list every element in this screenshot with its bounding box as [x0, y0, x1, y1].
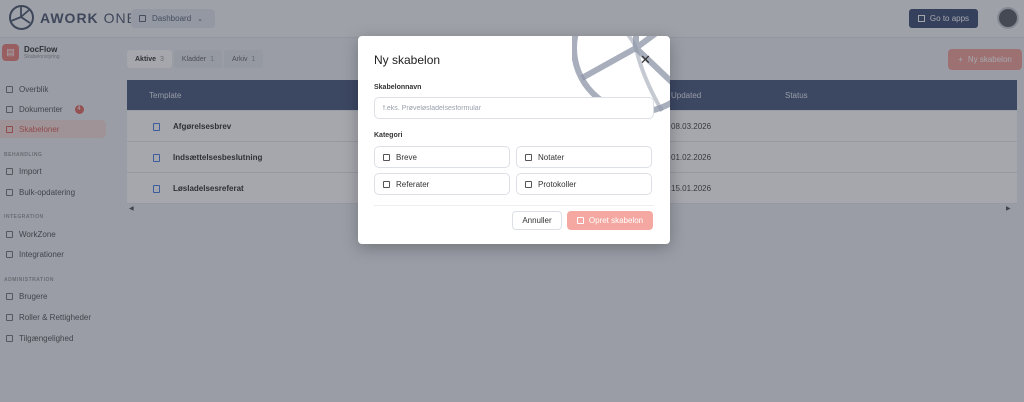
cancel-button[interactable]: Annuller: [512, 211, 562, 230]
category-label-text: Breve: [396, 152, 417, 162]
category-option-breve[interactable]: Breve: [374, 146, 510, 168]
new-template-dialog: Ny skabelon ✕ Skabelonnavn Kategori Brev…: [358, 36, 670, 244]
template-name-input[interactable]: [374, 97, 654, 119]
category-label-text: Notater: [538, 152, 565, 162]
template-icon: [576, 217, 584, 224]
dialog-title: Ny skabelon: [374, 53, 441, 67]
category-option-referater[interactable]: Referater: [374, 173, 510, 195]
note-icon: [525, 153, 532, 161]
category-label-text: Protokoller: [538, 179, 577, 189]
create-template-label: Opret skabelon: [588, 216, 644, 225]
category-label: Kategori: [374, 132, 403, 139]
category-option-protokoller[interactable]: Protokoller: [516, 173, 652, 195]
category-label-text: Referater: [396, 179, 430, 189]
divider: [374, 205, 654, 206]
category-option-notater[interactable]: Notater: [516, 146, 652, 168]
close-icon[interactable]: ✕: [640, 52, 651, 68]
envelope-icon: [383, 153, 390, 161]
template-name-label: Skabelonnavn: [374, 84, 422, 91]
book-icon: [525, 180, 532, 188]
clipboard-icon: [383, 180, 390, 188]
create-template-button[interactable]: Opret skabelon: [567, 211, 653, 230]
